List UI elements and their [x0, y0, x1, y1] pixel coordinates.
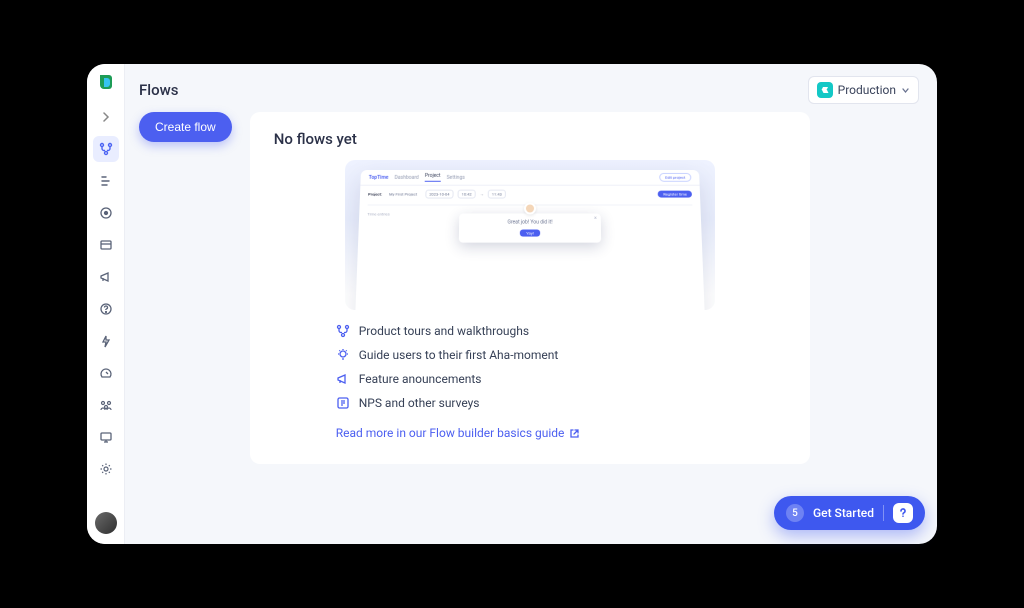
read-more-link[interactable]: Read more in our Flow builder basics gui…: [274, 426, 786, 440]
get-started-label: Get Started: [813, 506, 874, 520]
empty-state-title: No flows yet: [274, 130, 786, 148]
sidebar: [87, 64, 125, 544]
environment-selector[interactable]: Production: [808, 76, 919, 104]
nav-help-icon[interactable]: [93, 296, 119, 322]
feature-label: NPS and other surveys: [359, 396, 480, 410]
illustration-preview: TopTime Dashboard Project Settings Edit …: [345, 160, 715, 310]
nav-list-icon[interactable]: [93, 168, 119, 194]
get-started-pill[interactable]: 5 Get Started: [774, 496, 925, 530]
feature-item: Feature anouncements: [336, 372, 786, 386]
read-more-label: Read more in our Flow builder basics gui…: [336, 426, 565, 440]
nav-window-icon[interactable]: [93, 232, 119, 258]
nav-announcement-icon[interactable]: [93, 264, 119, 290]
sidebar-toggle-icon[interactable]: [93, 104, 119, 130]
mock-avatar-icon: [524, 203, 536, 215]
feature-item: Product tours and walkthroughs: [336, 324, 786, 338]
flows-icon: [336, 324, 350, 338]
external-link-icon: [569, 428, 580, 439]
chevron-down-icon: [901, 86, 910, 95]
help-widget-icon[interactable]: [893, 503, 913, 523]
page-title: Flows: [139, 81, 178, 99]
environment-label: Production: [838, 83, 896, 97]
nav-target-icon[interactable]: [93, 200, 119, 226]
feature-item: NPS and other surveys: [336, 396, 786, 410]
survey-icon: [336, 396, 350, 410]
nav-events-icon[interactable]: [93, 328, 119, 354]
nav-dashboard-icon[interactable]: [93, 360, 119, 386]
feature-label: Guide users to their first Aha-moment: [359, 348, 559, 362]
create-flow-button[interactable]: Create flow: [139, 112, 232, 142]
app-logo: [94, 70, 118, 94]
nav-settings-icon[interactable]: [93, 456, 119, 482]
environment-icon: [817, 82, 833, 98]
feature-label: Feature anouncements: [359, 372, 482, 386]
nav-analytics-icon[interactable]: [93, 424, 119, 450]
get-started-count: 5: [786, 504, 804, 522]
feature-item: Guide users to their first Aha-moment: [336, 348, 786, 362]
megaphone-icon: [336, 372, 350, 386]
empty-state-card: No flows yet TopTime Dashboard Project S…: [250, 112, 810, 464]
feature-label: Product tours and walkthroughs: [359, 324, 529, 338]
user-avatar[interactable]: [95, 512, 117, 534]
lightbulb-icon: [336, 348, 350, 362]
nav-users-icon[interactable]: [93, 392, 119, 418]
nav-flows-icon[interactable]: [93, 136, 119, 162]
